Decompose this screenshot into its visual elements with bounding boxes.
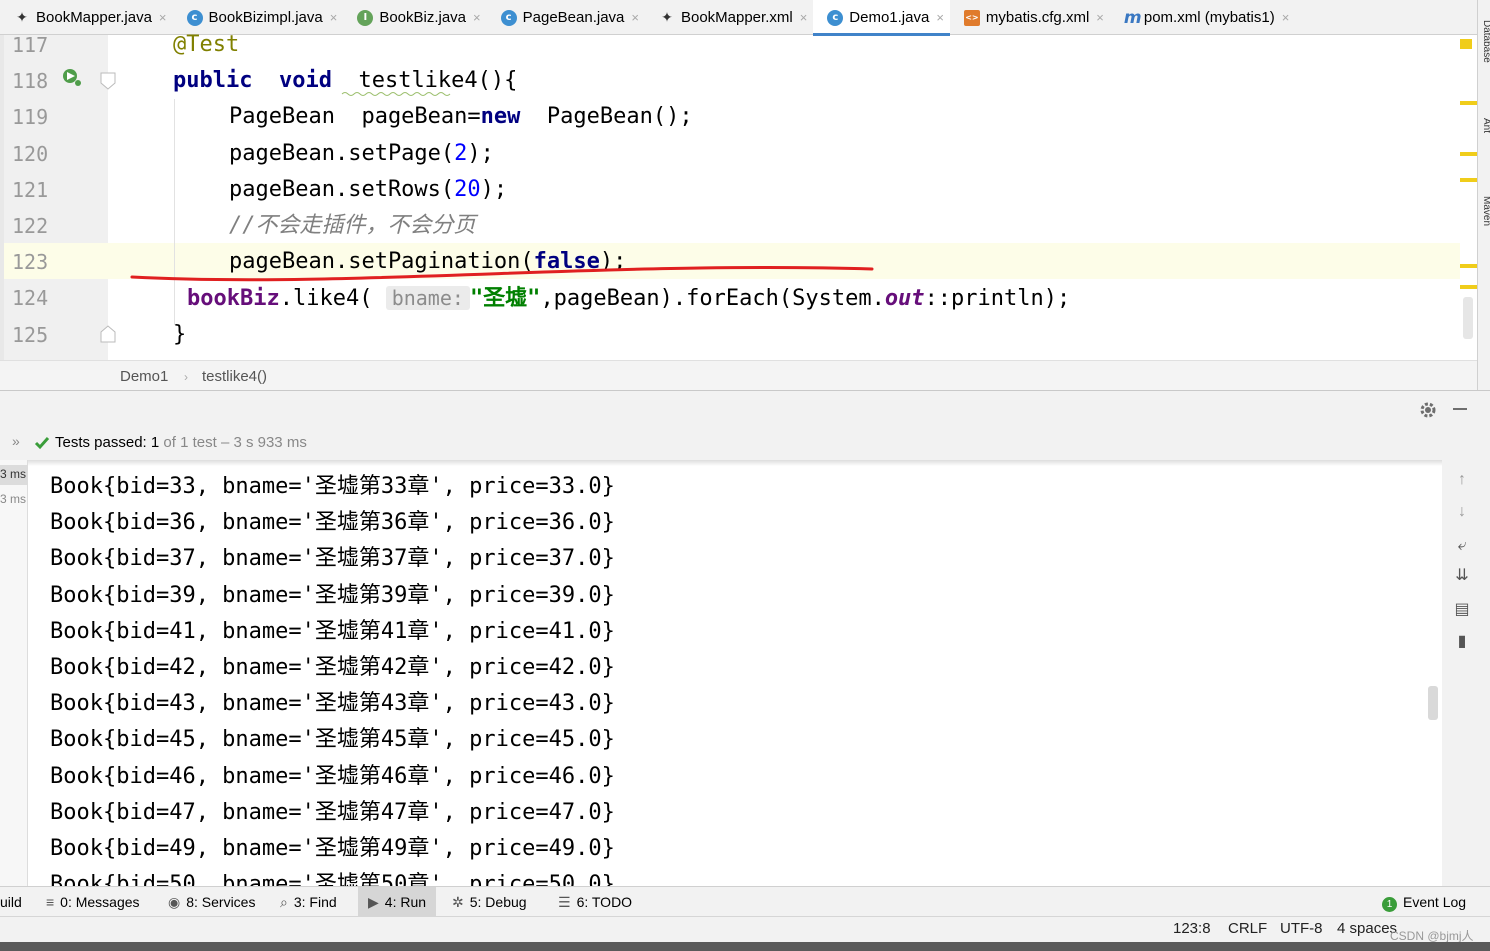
tool-icon: ⌕ — [280, 894, 288, 910]
file-encoding[interactable]: UTF-8 — [1280, 920, 1323, 937]
console-line: Book{bid=49, bname='圣墟第49章', price=49.0} — [50, 836, 615, 861]
tool-window-6[interactable]: ☰ 6: TODO — [558, 887, 632, 917]
tool-window-label: 8: Services — [186, 894, 256, 910]
tool-window-bar: uild ≡ 0: Messages ◉ 8: Services ⌕ 3: Find ▶ 4: … — [0, 886, 1490, 917]
print-icon[interactable]: ▤ — [1452, 600, 1472, 620]
expand-chevron-icon[interactable]: » — [12, 433, 20, 449]
test-status-label: Tests passed: — [55, 434, 147, 451]
minimize-icon[interactable] — [1453, 408, 1467, 410]
red-underline-annotation — [130, 266, 874, 282]
test-passed-count: 1 — [150, 434, 160, 451]
console-line: Book{bid=42, bname='圣墟第42章', price=42.0} — [50, 655, 615, 680]
tool-icon: ◉ — [168, 894, 181, 910]
test-status-detail: of 1 test – 3 s 933 ms — [163, 434, 307, 451]
tool-window-5[interactable]: ✲ 5: Debug — [452, 887, 527, 917]
tool-window-0[interactable]: uild — [0, 887, 22, 917]
console-line: Book{bid=39, bname='圣墟第39章', price=39.0} — [50, 582, 615, 608]
tool-icon: ≡ — [46, 894, 55, 910]
ide-window: ✦ BookMapper.java × c BookBizimpl.java × I Book… — [0, 0, 1490, 951]
caret-position[interactable]: 123:8 — [1173, 920, 1211, 937]
indent-setting[interactable]: 4 spaces — [1337, 920, 1397, 937]
tool-window-label: 6: TODO — [576, 894, 633, 910]
fold-end-icon — [100, 325, 116, 343]
tool-window-label: 4: Run — [384, 894, 427, 910]
test-time[interactable]: 3 ms — [0, 492, 26, 506]
tool-icon: ✲ — [452, 894, 464, 910]
console-line: Book{bid=50, bname='圣墟第50章', price=50.0} — [50, 872, 615, 886]
tool-window-4[interactable]: ▶ 4: Run — [358, 887, 437, 917]
scroll-to-end-icon[interactable]: ⇊ — [1452, 566, 1472, 586]
gear-icon[interactable] — [1418, 400, 1438, 420]
fold-marker-icon — [100, 72, 116, 90]
tool-window-3[interactable]: ⌕ 3: Find — [280, 887, 337, 917]
run-test-icon[interactable] — [63, 69, 81, 86]
console-scrollbar[interactable] — [1428, 686, 1438, 720]
trash-icon[interactable]: ▮ — [1452, 632, 1472, 652]
tool-icon: ☰ — [558, 894, 571, 910]
status-bar: 123:8 CRLF UTF-8 4 spaces CSDN @bjmj人 — [0, 916, 1490, 943]
test-tree-panel: 3 ms 3 ms — [0, 460, 28, 886]
tool-window-1[interactable]: ≡ 0: Messages — [46, 887, 140, 917]
arrow-up-icon[interactable]: ↑ — [1452, 470, 1472, 490]
tool-window-7[interactable]: 1 Event Log — [1382, 887, 1466, 917]
console-line: Book{bid=37, bname='圣墟第37章', price=37.0} — [50, 546, 615, 572]
test-time[interactable]: 3 ms — [0, 467, 26, 481]
breadcrumb-method[interactable]: testlike4() — [202, 368, 267, 385]
breadcrumb-file[interactable]: Demo1 — [120, 368, 168, 385]
console-line: Book{bid=45, bname='圣墟第45章', price=45.0} — [50, 727, 615, 753]
error-stripe[interactable] — [1460, 35, 1477, 360]
spelling-squiggle — [341, 92, 451, 96]
tool-window-label: Event Log — [1403, 894, 1467, 910]
console-line: Book{bid=46, bname='圣墟第46章', price=46.0} — [50, 763, 615, 789]
editor-overlay — [63, 69, 874, 343]
event-badge: 1 — [1382, 897, 1397, 912]
check-icon — [34, 437, 50, 450]
tool-window-label: uild — [0, 894, 22, 910]
arrow-down-icon[interactable]: ↓ — [1452, 502, 1472, 522]
test-status-bar: » Tests passed: 1 of 1 test – 3 s 933 ms — [0, 426, 1490, 460]
run-panel-header — [0, 390, 1490, 426]
console-line: Book{bid=33, bname='圣墟第33章', price=33.0} — [50, 474, 615, 499]
tool-window-label: 5: Debug — [469, 894, 527, 910]
breadcrumb-separator-icon: › — [184, 370, 188, 384]
console-line: Book{bid=41, bname='圣墟第41章', price=41.0} — [50, 618, 615, 644]
console-line: Book{bid=47, bname='圣墟第47章', price=47.0} — [50, 799, 615, 825]
console-tool-strip: ↑ ↓ ⤶ ⇊ ▤ ▮ — [1442, 460, 1490, 886]
tool-window-label: 3: Find — [293, 894, 337, 910]
breadcrumb: Demo1 › testlike4() — [0, 360, 1477, 390]
console-output[interactable]: Book{bid=33, bname='圣墟第33章', price=33.0}… — [28, 460, 1442, 886]
tool-icon: ▶ — [368, 894, 379, 910]
line-separator[interactable]: CRLF — [1228, 920, 1267, 937]
window-bottom-edge — [0, 942, 1490, 951]
soft-wrap-icon[interactable]: ⤶ — [1452, 536, 1472, 556]
console-line: Book{bid=43, bname='圣墟第43章', price=43.0} — [50, 691, 615, 717]
tool-window-label: 0: Messages — [60, 894, 140, 910]
console-line: Book{bid=36, bname='圣墟第36章', price=36.0} — [50, 510, 615, 536]
tool-window-2[interactable]: ◉ 8: Services — [168, 887, 255, 917]
